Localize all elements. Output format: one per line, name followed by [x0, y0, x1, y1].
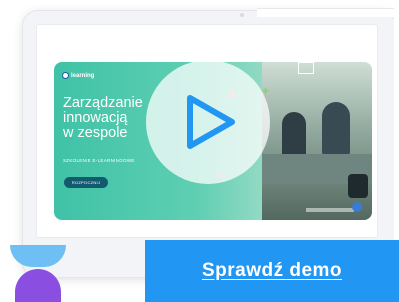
frame-top-edge [257, 8, 399, 17]
play-button[interactable] [146, 60, 270, 184]
square-decoration [298, 62, 314, 74]
logo-text: learning [71, 72, 95, 79]
camera-icon [240, 13, 244, 17]
team-photo [262, 62, 372, 220]
banner-subline: SZKOLENIE E-LEARNINGOWE [63, 158, 135, 163]
logo-icon [62, 72, 69, 79]
photo-caption [306, 208, 354, 212]
play-icon [187, 95, 235, 149]
badge-icon [352, 202, 362, 212]
frame-right-edge [394, 8, 399, 248]
demo-button[interactable]: Sprawdź demo [145, 240, 399, 302]
start-button[interactable]: ROZPOCZNIJ [64, 177, 108, 188]
learning-logo: learning [62, 72, 94, 79]
